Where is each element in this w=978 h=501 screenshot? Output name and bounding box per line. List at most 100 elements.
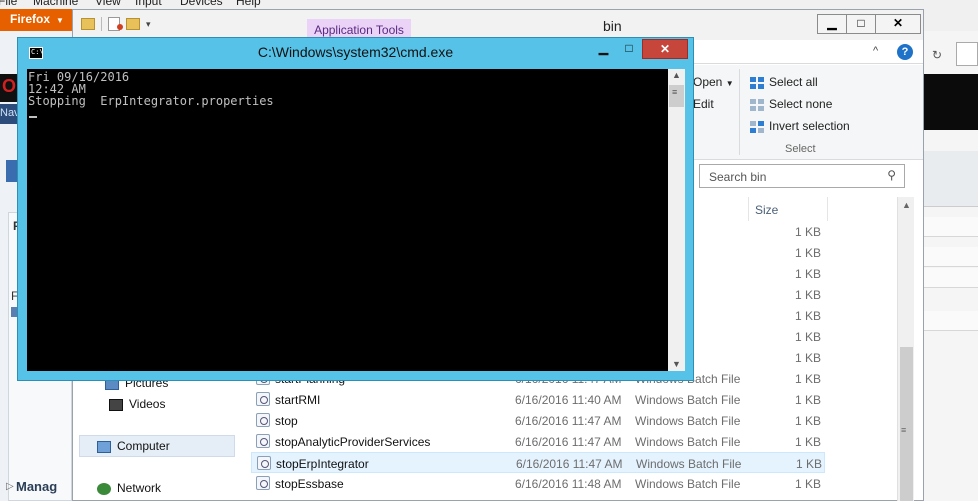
file-name: stopAnalyticProviderServices: [275, 435, 431, 449]
refresh-icon[interactable]: ↻: [932, 48, 942, 62]
batch-file-icon: [257, 456, 271, 470]
chevron-down-icon: ▼: [725, 79, 734, 88]
file-type: Windows Batch File: [635, 393, 741, 407]
file-size: 1 KB: [794, 330, 821, 344]
file-size: 1 KB: [794, 393, 821, 407]
file-size: 1 KB: [794, 225, 821, 239]
file-type: Windows Batch File: [636, 457, 742, 471]
select-none-button[interactable]: Select none: [750, 97, 832, 111]
scrollbar-grip-icon: ≡: [672, 87, 678, 97]
file-date: 6/16/2016 11:47 AM: [515, 435, 622, 449]
cmd-maximize-button[interactable]: □: [616, 39, 642, 59]
scroll-up-icon[interactable]: ▲: [902, 200, 911, 210]
search-placeholder: Search bin: [709, 170, 767, 184]
file-type: Windows Batch File: [635, 477, 741, 491]
select-all-icon: [750, 76, 764, 89]
cmd-scrollbar[interactable]: ▲ ≡ ▼: [668, 69, 685, 371]
browser-tab-box[interactable]: [956, 42, 978, 66]
file-date: 6/16/2016 11:48 AM: [515, 477, 622, 491]
batch-file-icon: [256, 413, 270, 427]
nav-label-network: Network: [117, 481, 162, 495]
nav-item-network[interactable]: Network: [97, 481, 161, 495]
nav-label-computer: Computer: [117, 439, 170, 453]
column-header-size[interactable]: Size: [749, 197, 828, 221]
file-size: 1 KB: [794, 309, 821, 323]
file-size: 1 KB: [794, 372, 821, 386]
file-size: 1 KB: [794, 288, 821, 302]
edit-button[interactable]: Edit: [693, 97, 714, 111]
vm-menu-devices[interactable]: Devices: [180, 0, 223, 8]
vm-menu-machine[interactable]: Machine: [33, 0, 78, 8]
table-row[interactable]: stop 6/16/2016 11:47 AM Windows Batch File…: [251, 410, 825, 431]
scroll-up-icon[interactable]: ▲: [672, 70, 681, 80]
file-date: 6/16/2016 11:40 AM: [515, 393, 622, 407]
table-row-selected[interactable]: stopErpIntegrator 6/16/2016 11:47 AM Windo…: [251, 452, 825, 473]
cmd-window: C:\ C:\Windows\system32\cmd.exe ▁ □ ✕ Fr…: [17, 37, 694, 381]
file-date: 6/16/2016 11:47 AM: [515, 414, 622, 428]
open-button[interactable]: Open ▼: [693, 75, 734, 89]
quick-access-toolbar: ▾: [81, 17, 151, 31]
batch-file-icon: [256, 476, 270, 490]
firefox-button-label: Firefox: [10, 12, 51, 26]
table-row[interactable]: stopEssbase 6/16/2016 11:48 AM Windows Bat…: [251, 473, 825, 494]
cmd-console[interactable]: Fri 09/16/2016 12:42 AM Stopping ErpInte…: [27, 69, 668, 371]
select-none-label: Select none: [769, 97, 833, 111]
ribbon-group-select: Select: [785, 143, 816, 155]
folder-icon[interactable]: [81, 18, 95, 30]
manage-label[interactable]: Manag: [16, 479, 57, 494]
window-caption: bin: [603, 18, 622, 34]
invert-selection-icon: [750, 120, 764, 133]
ribbon-divider: [739, 69, 740, 155]
vm-menu-input[interactable]: Input: [135, 0, 162, 8]
file-type: Windows Batch File: [635, 414, 741, 428]
text-cursor: [29, 116, 37, 118]
file-size: 1 KB: [794, 267, 821, 281]
batch-file-icon: [256, 434, 270, 448]
properties-icon[interactable]: [108, 17, 123, 31]
file-name: stop: [275, 414, 298, 428]
nav-item-videos[interactable]: Videos: [109, 397, 165, 411]
cmd-minimize-button[interactable]: ▁: [591, 39, 616, 59]
file-name: startRMI: [275, 393, 321, 407]
select-all-label: Select all: [769, 75, 818, 89]
file-type: Windows Batch File: [635, 435, 741, 449]
console-line: Stopping ErpIntegrator.properties: [28, 94, 274, 108]
file-size: 1 KB: [794, 435, 821, 449]
file-size: 1 KB: [794, 351, 821, 365]
help-icon[interactable]: ?: [897, 44, 913, 60]
divider: [101, 17, 102, 31]
table-row[interactable]: startRMI 6/16/2016 11:40 AM Windows Batch …: [251, 389, 825, 410]
collapse-ribbon-icon[interactable]: ^: [873, 45, 878, 57]
scrollbar-thumb[interactable]: [900, 347, 913, 501]
console-line: Fri 09/16/2016: [28, 70, 130, 84]
vm-menu-view[interactable]: View: [95, 0, 121, 8]
close-button[interactable]: ✕: [875, 14, 921, 34]
file-date: 6/16/2016 11:47 AM: [516, 457, 623, 471]
table-row[interactable]: stopAnalyticProviderServices 6/16/2016 11…: [251, 431, 825, 452]
videos-icon: [109, 398, 123, 411]
new-folder-icon[interactable]: [126, 18, 140, 30]
minimize-button[interactable]: ▁: [817, 14, 847, 34]
file-size: 1 KB: [794, 246, 821, 260]
file-size: 1 KB: [794, 414, 821, 428]
cmd-close-button[interactable]: ✕: [642, 39, 688, 59]
select-all-button[interactable]: Select all: [750, 75, 818, 89]
gray-panel: [922, 151, 978, 207]
scrollbar-grip-icon: ≡: [901, 425, 907, 435]
scroll-down-icon[interactable]: ▼: [672, 359, 681, 369]
firefox-menu-button[interactable]: Firefox ▼: [0, 9, 72, 31]
nav-item-computer[interactable]: Computer: [97, 439, 170, 453]
maximize-button[interactable]: □: [846, 14, 876, 34]
vm-menu-file[interactable]: File: [0, 0, 17, 8]
cmd-title-bar[interactable]: C:\ C:\Windows\system32\cmd.exe ▁ □ ✕: [18, 38, 693, 66]
vm-menu-help[interactable]: Help: [236, 0, 261, 8]
chevron-right-icon[interactable]: ▷: [6, 481, 14, 492]
invert-selection-button[interactable]: Invert selection: [750, 119, 850, 133]
file-list-scrollbar[interactable]: ▲ ≡: [897, 197, 914, 501]
customize-chevron-icon[interactable]: ▾: [146, 19, 151, 30]
chevron-down-icon: ▼: [56, 16, 64, 25]
file-size: 1 KB: [794, 477, 821, 491]
search-input[interactable]: Search bin ⚲: [699, 164, 905, 188]
search-icon[interactable]: ⚲: [887, 168, 896, 182]
file-name: stopEssbase: [275, 477, 344, 491]
